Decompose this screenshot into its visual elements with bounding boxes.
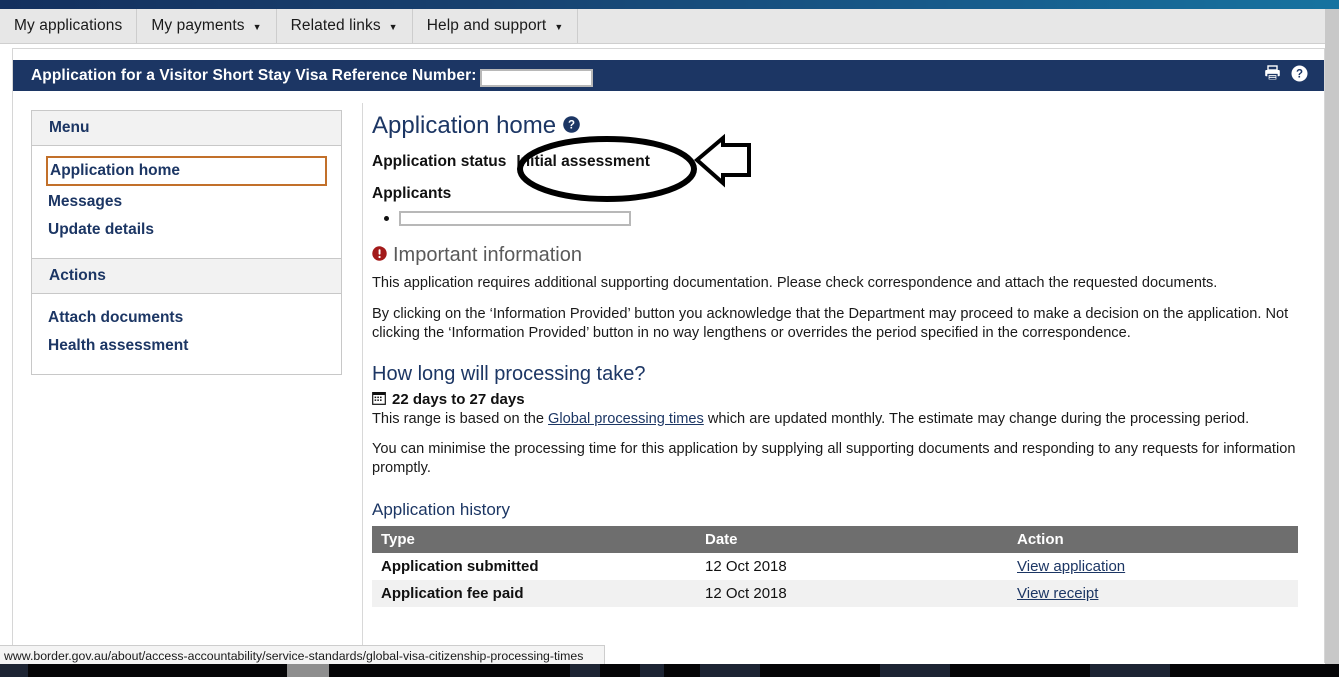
table-header-row: Type Date Action [372, 526, 1298, 554]
processing-range-text: This range is based on the Global proces… [372, 410, 1298, 429]
taskbar-item[interactable] [700, 664, 760, 677]
taskbar-item[interactable] [1090, 664, 1170, 677]
history-date: 12 Oct 2018 [696, 553, 1008, 581]
site-navigation-bar: My applications My payments ▼ Related li… [0, 9, 1339, 44]
nav-label: Related links [290, 17, 381, 34]
applicants-label: Applicants [372, 185, 452, 203]
taskbar-item-active[interactable] [287, 664, 329, 677]
application-status-row: Application status Initial assessment [372, 153, 1298, 171]
history-type: Application fee paid [372, 580, 696, 608]
application-status-value: Initial assessment [516, 153, 650, 171]
important-paragraph-2: By clicking on the ‘Information Provided… [372, 305, 1289, 341]
history-type: Application submitted [372, 553, 696, 581]
nav-empty-space [578, 9, 1339, 43]
application-banner: Application for a Visitor Short Stay Vis… [13, 60, 1324, 91]
taskbar-item[interactable] [880, 664, 950, 677]
applicant-name-redacted [399, 211, 631, 227]
nav-label: My applications [14, 17, 123, 34]
bullet-icon [384, 216, 389, 222]
taskbar-item[interactable] [640, 664, 664, 677]
nav-item-my-payments[interactable]: My payments ▼ [137, 9, 277, 43]
important-information-heading: Important information [372, 244, 1298, 267]
sidebar-menu-items: Application home Messages Update details [32, 146, 341, 258]
page-right-margin [1325, 9, 1339, 664]
sidebar-action-items: Attach documents Health assessment [32, 294, 341, 374]
table-row: Application submitted 12 Oct 2018 View a… [372, 553, 1298, 581]
list-item [384, 211, 1298, 227]
taskbar-item[interactable] [0, 664, 28, 677]
taskbar-item[interactable] [570, 664, 600, 677]
table-row: Application fee paid 12 Oct 2018 View re… [372, 580, 1298, 608]
browser-status-bar: www.border.gov.au/about/access-accountab… [0, 645, 606, 666]
application-history-table: Type Date Action Application submitted 1… [372, 526, 1298, 608]
range-text-before: This range is based on the [372, 410, 549, 427]
nav-item-my-applications[interactable]: My applications [0, 9, 138, 43]
main-content: Application home ? Application status In… [362, 103, 1298, 663]
help-circle-icon[interactable]: ? [563, 113, 580, 139]
column-header-type: Type [372, 526, 696, 554]
svg-text:?: ? [568, 120, 575, 132]
sidebar-menu-header: Menu [32, 111, 341, 146]
svg-text:?: ? [1296, 68, 1303, 80]
application-history-heading: Application history [372, 500, 510, 520]
banner-icon-group: ? [1264, 60, 1308, 91]
history-action: View receipt [1008, 580, 1298, 608]
history-date: 12 Oct 2018 [696, 580, 1008, 608]
application-banner-title: Application for a Visitor Short Stay Vis… [31, 66, 477, 84]
reference-number-field[interactable] [480, 68, 594, 87]
sidebar-item-update-details[interactable]: Update details [32, 216, 341, 244]
printer-icon[interactable] [1264, 65, 1281, 86]
range-text-after: which are updated monthly. The estimate … [703, 410, 1250, 427]
sidebar-item-application-home[interactable]: Application home [46, 156, 327, 187]
view-receipt-link[interactable]: View receipt [1017, 585, 1098, 602]
browser-top-strip [0, 0, 1339, 9]
view-application-link[interactable]: View application [1017, 558, 1125, 575]
processing-days-range: 22 days to 27 days [392, 391, 525, 409]
processing-minimise-text: You can minimise the processing time for… [372, 440, 1296, 476]
history-action: View application [1008, 553, 1298, 581]
important-heading-text: Important information [393, 244, 582, 267]
nav-item-related-links[interactable]: Related links ▼ [277, 9, 413, 43]
column-header-date: Date [696, 526, 1008, 554]
calendar-icon [372, 391, 386, 409]
status-bar-url: www.border.gov.au/about/access-accountab… [4, 648, 584, 663]
chevron-down-icon: ▼ [252, 21, 262, 32]
sidebar-actions-header: Actions [32, 259, 341, 295]
chevron-down-icon: ▼ [388, 21, 398, 32]
nav-label: Help and support [426, 17, 547, 34]
sidebar-item-health-assessment[interactable]: Health assessment [32, 332, 341, 360]
important-paragraph-1: This application requires additional sup… [372, 275, 1218, 292]
chevron-down-icon: ▼ [554, 21, 564, 32]
sidebar-menu-card: Menu Application home Messages Update de… [31, 110, 342, 376]
processing-days-line: 22 days to 27 days [372, 391, 1298, 409]
application-status-label: Application status [372, 153, 507, 171]
sidebar-item-attach-documents[interactable]: Attach documents [32, 304, 341, 332]
nav-item-help-and-support[interactable]: Help and support ▼ [413, 9, 579, 43]
os-taskbar [0, 664, 1339, 677]
column-header-action: Action [1008, 526, 1298, 554]
alert-exclamation-icon [372, 244, 387, 267]
help-circle-icon[interactable]: ? [1291, 65, 1308, 87]
processing-heading: How long will processing take? [372, 362, 646, 385]
page-title: Application home ? [372, 112, 1298, 139]
nav-label: My payments [151, 17, 245, 34]
sidebar-item-messages[interactable]: Messages [32, 188, 341, 216]
page-title-text: Application home [372, 112, 557, 139]
global-processing-times-link[interactable]: Global processing times [548, 411, 704, 427]
